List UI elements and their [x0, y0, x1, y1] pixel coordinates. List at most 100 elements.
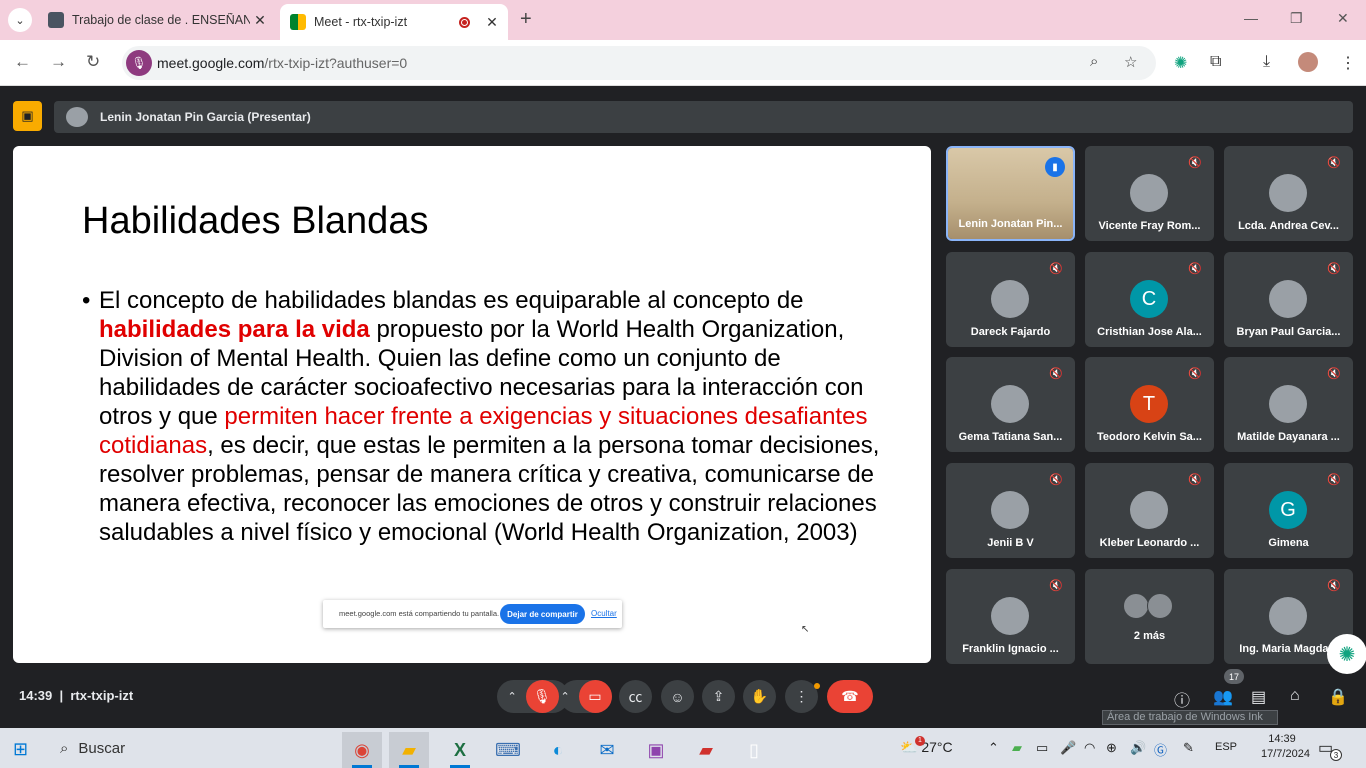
red-app-icon[interactable]: ▰: [686, 732, 726, 768]
download-icon[interactable]: ⤓: [1263, 53, 1270, 71]
presentation-icon[interactable]: ▣: [13, 101, 42, 131]
address-bar[interactable]: 🎙 meet.google.com/rtx-txip-izt?authuser=…: [122, 46, 1156, 80]
participant-tile[interactable]: T 🔇 Teodoro Kelvin Sa...: [1085, 357, 1214, 452]
raise-hand-icon[interactable]: ✋: [743, 680, 776, 713]
close-tab-icon[interactable]: ✕: [250, 12, 270, 29]
tray-g-icon[interactable]: Ⓖ: [1154, 740, 1167, 759]
chatgpt-extension-icon[interactable]: ✺: [1174, 53, 1187, 73]
mic-muted-icon: 🔇: [1049, 580, 1063, 592]
mic-off-icon[interactable]: 🎙: [525, 680, 559, 713]
mic-in-use-icon[interactable]: 🎙: [126, 50, 152, 76]
reload-icon[interactable]: ↻: [86, 52, 100, 72]
close-tab-icon[interactable]: ✕: [482, 14, 502, 31]
participant-tile[interactable]: 🔇 Vicente Fray Rom...: [1085, 146, 1214, 241]
emoji-icon[interactable]: ☺: [661, 680, 694, 713]
meeting-details-icon[interactable]: ⓘ: [1174, 687, 1190, 711]
people-icon[interactable]: 👥: [1213, 687, 1233, 707]
mouse-cursor-icon: ↖: [801, 624, 810, 635]
bullet: •: [82, 287, 91, 314]
participant-tile[interactable]: C 🔇 Cristhian Jose Ala...: [1085, 252, 1214, 347]
camera-control[interactable]: ⌃ ▭: [560, 680, 612, 713]
zoom-icon[interactable]: ⌕: [1090, 53, 1098, 70]
weather-widget[interactable]: ⛅ 27°C: [900, 739, 953, 756]
new-tab-button[interactable]: +: [520, 8, 532, 31]
tab-classroom[interactable]: Trabajo de clase de . ENSEÑAN ✕: [40, 0, 276, 40]
edge-icon[interactable]: ◐: [538, 732, 578, 768]
participant-tile[interactable]: 🔇 Jenii B V: [946, 463, 1075, 558]
participant-tile[interactable]: 🔇 Gema Tatiana San...: [946, 357, 1075, 452]
url-text: meet.google.com/rtx-txip-izt?authuser=0: [157, 55, 408, 71]
participant-tile[interactable]: G 🔇 Gimena: [1224, 463, 1353, 558]
network-icon[interactable]: ⊕: [1106, 740, 1117, 756]
search-icon: ⌕: [60, 739, 69, 757]
keyboard-app-icon[interactable]: ⌨: [488, 732, 528, 768]
notification-count: 3: [1330, 749, 1342, 761]
participant-tile[interactable]: 🔇 Bryan Paul Garcia...: [1224, 252, 1353, 347]
microphone-icon[interactable]: 🎤: [1060, 740, 1076, 756]
captions-icon[interactable]: ㏄: [619, 680, 652, 713]
taskbar-clock[interactable]: 14:39 17/7/2024: [1261, 732, 1310, 762]
extensions-puzzle-icon[interactable]: ⧉: [1210, 53, 1221, 71]
camera-off-icon[interactable]: ▭: [578, 680, 612, 713]
participant-name: Teodoro Kelvin Sa...: [1097, 431, 1202, 443]
battery-icon[interactable]: ▭: [1036, 740, 1048, 756]
mic-muted-icon: 🔇: [1188, 263, 1202, 275]
participant-tile[interactable]: 🔇 Dareck Fajardo: [946, 252, 1075, 347]
media-app-icon[interactable]: ▣: [636, 732, 676, 768]
restore-icon[interactable]: ❐: [1290, 10, 1303, 27]
mic-muted-icon: 🔇: [1327, 474, 1341, 486]
mic-muted-icon: 🔇: [1049, 368, 1063, 380]
avatar: [1269, 385, 1307, 423]
chrome-app-icon[interactable]: ◉: [342, 732, 382, 768]
back-icon[interactable]: ←: [14, 52, 31, 72]
chatgpt-floating-icon[interactable]: ✺: [1327, 634, 1366, 674]
excel-icon[interactable]: X: [440, 732, 480, 768]
avatar: [1123, 593, 1149, 619]
volume-icon[interactable]: 🔊: [1130, 740, 1146, 756]
hide-link[interactable]: Ocultar: [591, 609, 617, 618]
notification-dot: [814, 683, 820, 689]
participant-tile[interactable]: 🔇 Lcda. Andrea Cev...: [1224, 146, 1353, 241]
participant-tile[interactable]: 🔇 Kleber Leonardo ...: [1085, 463, 1214, 558]
participant-tile[interactable]: 🔇 Matilde Dayanara ...: [1224, 357, 1353, 452]
participant-name: Vicente Fray Rom...: [1098, 220, 1201, 232]
mic-muted-icon: 🔇: [1049, 263, 1063, 275]
show-hidden-icons-icon[interactable]: ⌃: [988, 740, 999, 756]
taskbar-search[interactable]: ⌕ Buscar: [48, 728, 338, 768]
language-indicator[interactable]: ESP: [1215, 741, 1237, 753]
menu-kebab-icon[interactable]: ⋮: [1340, 53, 1356, 73]
bookmark-star-icon[interactable]: ☆: [1124, 53, 1137, 71]
presenter-avatar: [66, 107, 88, 127]
file-explorer-icon[interactable]: ▰: [389, 732, 429, 768]
chevron-up-icon[interactable]: ⌃: [561, 690, 579, 703]
end-call-button[interactable]: ☎: [827, 680, 873, 713]
participant-name: Dareck Fajardo: [970, 326, 1051, 338]
participant-tile[interactable]: ▮ Lenin Jonatan Pin...: [946, 146, 1075, 241]
windows-start-icon[interactable]: ⊞: [13, 739, 28, 760]
shared-slide: Habilidades Blandas • El concepto de hab…: [13, 146, 931, 663]
minimize-icon[interactable]: —: [1244, 10, 1258, 26]
participant-tile[interactable]: 2 más: [1085, 569, 1214, 664]
wifi-icon[interactable]: ◠: [1084, 740, 1095, 756]
close-window-icon[interactable]: ✕: [1337, 10, 1349, 27]
present-screen-icon[interactable]: ⇪: [702, 680, 735, 713]
mic-control[interactable]: ⌃ 🎙: [497, 680, 569, 713]
tab-meet[interactable]: Meet - rtx-txip-izt ✕: [280, 4, 508, 40]
activities-icon[interactable]: ⌂: [1290, 687, 1300, 705]
document-icon[interactable]: ▯: [734, 732, 774, 768]
chat-icon[interactable]: ▤: [1251, 687, 1266, 707]
host-controls-icon[interactable]: 🔒: [1328, 687, 1348, 707]
pen-ink-icon[interactable]: ✎: [1183, 740, 1194, 756]
chevron-up-icon[interactable]: ⌃: [508, 690, 526, 703]
mail-icon[interactable]: ✉: [587, 732, 627, 768]
participant-tile[interactable]: 🔇 Franklin Ignacio ...: [946, 569, 1075, 664]
tooltip: Área de trabajo de Windows Ink: [1102, 710, 1278, 725]
tray-app-icon[interactable]: ▰: [1012, 740, 1022, 756]
mic-muted-icon: 🔇: [1327, 368, 1341, 380]
stop-sharing-button[interactable]: Dejar de compartir: [500, 604, 585, 624]
tab-title: Trabajo de clase de . ENSEÑAN: [72, 13, 250, 27]
avatar: [1130, 491, 1168, 529]
profile-avatar[interactable]: [1298, 52, 1318, 72]
forward-icon[interactable]: →: [50, 52, 67, 72]
tab-search-dropdown-icon[interactable]: ⌄: [8, 8, 32, 32]
